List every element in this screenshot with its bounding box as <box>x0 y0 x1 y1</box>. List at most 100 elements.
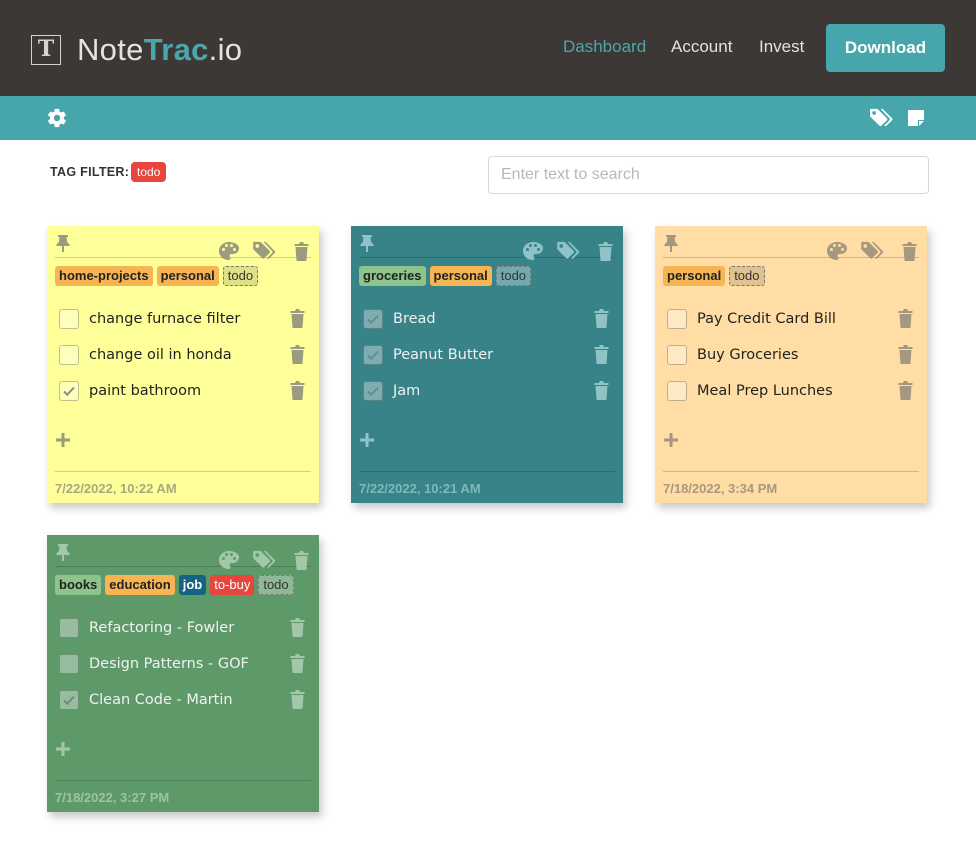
item-trash-icon[interactable] <box>593 344 610 364</box>
item-text[interactable]: Pay Credit Card Bill <box>697 309 836 329</box>
tags-icon[interactable] <box>252 550 278 570</box>
tag-chip[interactable]: personal <box>663 266 726 286</box>
item-checkbox[interactable] <box>667 381 687 401</box>
check-icon <box>367 350 379 361</box>
item-checkbox[interactable] <box>363 381 383 401</box>
add-item-button[interactable] <box>55 432 71 448</box>
list-item: Bread <box>351 308 623 344</box>
note-footer: 7/18/2022, 3:34 PM <box>663 471 919 503</box>
logo-text-suffix: .io <box>208 32 243 67</box>
item-text[interactable]: Refactoring - Fowler <box>89 618 234 638</box>
item-checkbox[interactable] <box>59 309 79 329</box>
tag-chip[interactable]: groceries <box>359 266 426 286</box>
tag-chip[interactable]: books <box>55 575 102 595</box>
item-text[interactable]: Bread <box>393 309 436 329</box>
item-text[interactable]: change furnace filter <box>89 309 240 329</box>
tags-icon[interactable] <box>860 241 886 261</box>
trash-icon[interactable] <box>293 550 310 570</box>
checklist: Pay Credit Card Bill Buy Groceries Meal Pr… <box>655 288 927 416</box>
item-checkbox[interactable] <box>59 618 79 638</box>
item-trash-icon[interactable] <box>289 344 306 364</box>
item-checkbox[interactable] <box>59 345 79 365</box>
item-trash-icon[interactable] <box>289 689 306 709</box>
tags-icon[interactable] <box>868 107 894 129</box>
item-checkbox[interactable] <box>363 309 383 329</box>
note-footer: 7/18/2022, 3:27 PM <box>55 780 311 812</box>
tag-chip[interactable]: personal <box>156 266 219 286</box>
tag-chip[interactable]: education <box>105 575 175 595</box>
item-text[interactable]: Jam <box>393 381 420 401</box>
item-text[interactable]: Buy Groceries <box>697 345 798 365</box>
plus-icon[interactable] <box>359 432 375 448</box>
item-text[interactable]: paint bathroom <box>89 381 201 401</box>
palette-icon[interactable] <box>218 241 240 261</box>
logo-mark: T <box>31 35 61 65</box>
item-text[interactable]: Meal Prep Lunches <box>697 381 833 401</box>
item-text[interactable]: Peanut Butter <box>393 345 493 365</box>
list-item: Buy Groceries <box>655 344 927 380</box>
trash-icon[interactable] <box>293 241 310 261</box>
logo[interactable]: T NoteTrac.io <box>31 32 242 68</box>
add-item-button[interactable] <box>663 432 679 448</box>
trash-icon[interactable] <box>597 241 614 261</box>
nav-invest[interactable]: Invest <box>759 37 804 57</box>
add-item-button[interactable] <box>359 432 375 448</box>
tag-chip[interactable]: to-buy <box>210 575 255 595</box>
tag-chip[interactable]: job <box>178 575 207 595</box>
tag-filter-chip[interactable]: todo <box>131 162 167 182</box>
download-button[interactable]: Download <box>826 24 945 72</box>
item-checkbox[interactable] <box>59 381 79 401</box>
item-trash-icon[interactable] <box>897 344 914 364</box>
palette-icon[interactable] <box>218 550 240 570</box>
tag-chip[interactable]: home-projects <box>55 266 153 286</box>
nav-account[interactable]: Account <box>671 37 732 57</box>
logo-text: NoteTrac.io <box>77 32 242 68</box>
item-trash-icon[interactable] <box>289 308 306 328</box>
palette-icon[interactable] <box>826 241 848 261</box>
item-checkbox[interactable] <box>667 345 687 365</box>
pin-icon[interactable] <box>663 234 679 252</box>
tag-chip[interactable]: personal <box>429 266 492 286</box>
list-item: Design Patterns - GOF <box>47 653 319 689</box>
tag-filter-label: TAG FILTER: <box>50 165 130 179</box>
item-trash-icon[interactable] <box>289 380 306 400</box>
tag-chip[interactable]: todo <box>729 266 765 286</box>
item-trash-icon[interactable] <box>593 380 610 400</box>
list-item: Pay Credit Card Bill <box>655 308 927 344</box>
tag-chip[interactable]: todo <box>222 266 259 286</box>
nav-dashboard[interactable]: Dashboard <box>563 37 646 57</box>
item-checkbox[interactable] <box>667 309 687 329</box>
list-item: Jam <box>351 380 623 416</box>
sticky-note-icon[interactable] <box>906 107 926 129</box>
trash-icon[interactable] <box>901 241 918 261</box>
item-checkbox[interactable] <box>363 345 383 365</box>
tag-chip[interactable]: todo <box>495 266 532 286</box>
list-item: Meal Prep Lunches <box>655 380 927 416</box>
item-text[interactable]: Design Patterns - GOF <box>89 654 249 674</box>
note-date: 7/18/2022, 3:27 PM <box>55 790 170 805</box>
plus-icon[interactable] <box>55 741 71 757</box>
item-checkbox[interactable] <box>59 690 79 710</box>
item-trash-icon[interactable] <box>897 380 914 400</box>
tags-icon[interactable] <box>556 241 582 261</box>
tags-icon[interactable] <box>252 241 278 261</box>
item-text[interactable]: Clean Code - Martin <box>89 690 233 710</box>
tag-chip[interactable]: todo <box>258 575 294 595</box>
pin-icon[interactable] <box>359 234 375 252</box>
item-trash-icon[interactable] <box>593 308 610 328</box>
pin-icon[interactable] <box>55 543 71 561</box>
item-trash-icon[interactable] <box>289 617 306 637</box>
search-input[interactable] <box>488 156 929 194</box>
list-item: Refactoring - Fowler <box>47 617 319 653</box>
item-trash-icon[interactable] <box>897 308 914 328</box>
plus-icon[interactable] <box>55 432 71 448</box>
pin-icon[interactable] <box>55 234 71 252</box>
item-trash-icon[interactable] <box>289 653 306 673</box>
gear-icon[interactable] <box>46 107 68 129</box>
item-text[interactable]: change oil in honda <box>89 345 232 365</box>
add-item-button[interactable] <box>55 741 71 757</box>
plus-icon[interactable] <box>663 432 679 448</box>
item-checkbox[interactable] <box>59 654 79 674</box>
palette-icon[interactable] <box>522 241 544 261</box>
note-tags: home-projects personal todo <box>47 258 319 288</box>
